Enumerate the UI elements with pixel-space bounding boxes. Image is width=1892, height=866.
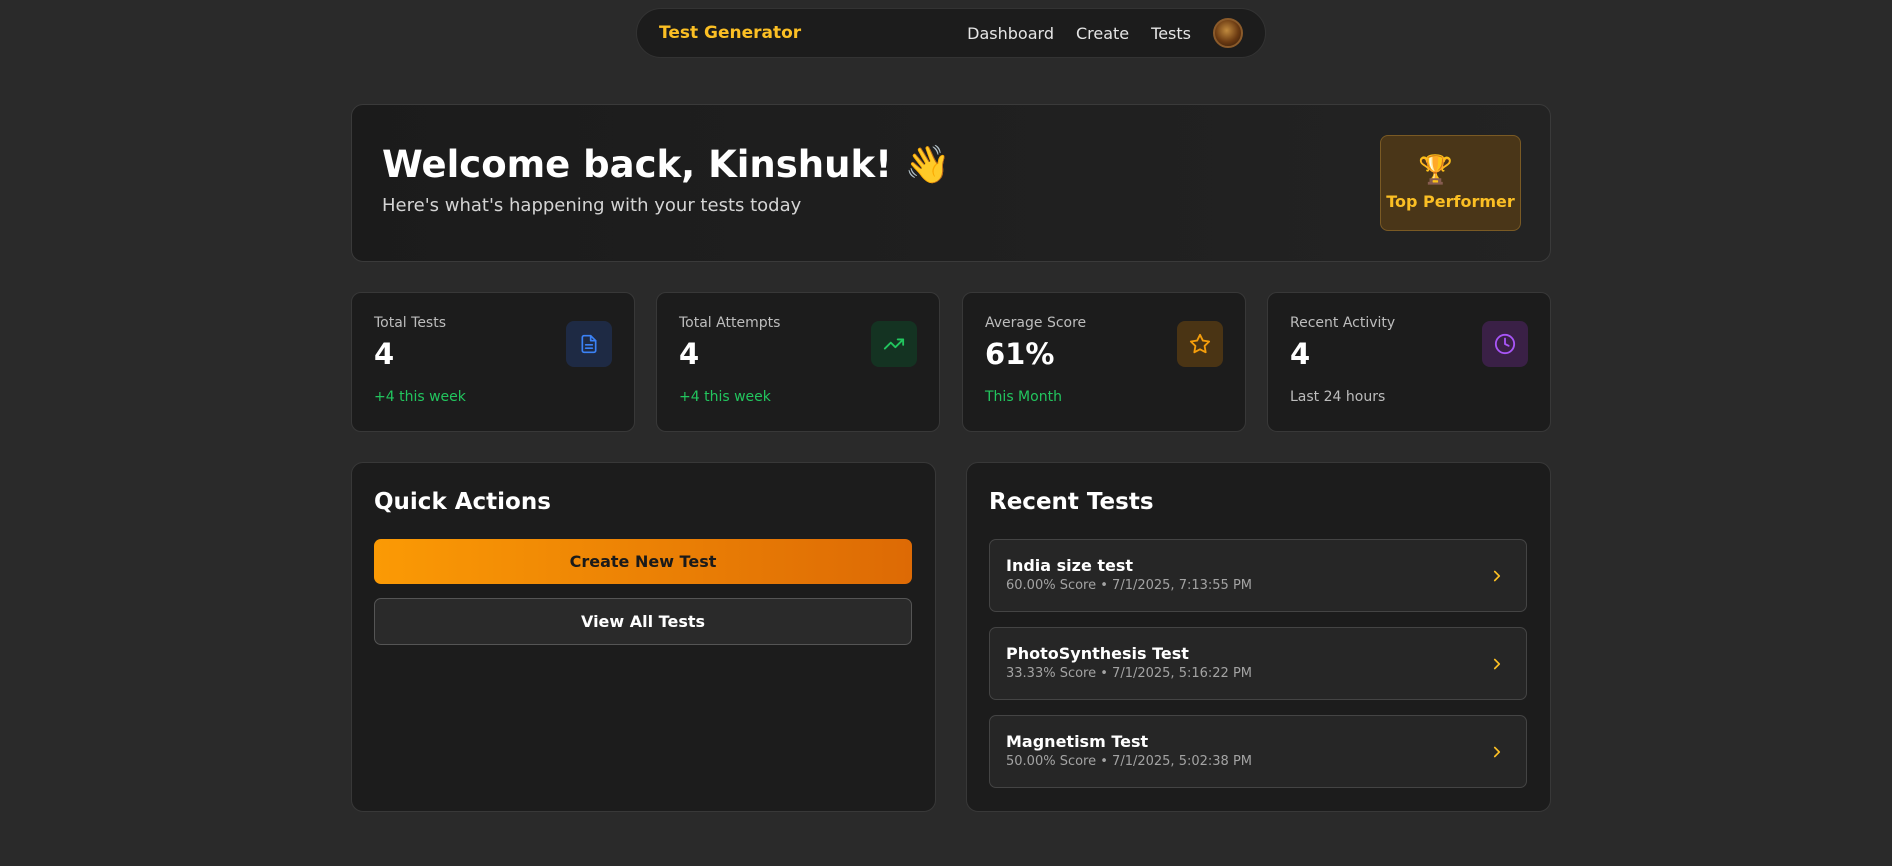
recent-test-item[interactable]: Magnetism Test 50.00% Score • 7/1/2025, … xyxy=(989,715,1527,788)
user-avatar[interactable] xyxy=(1213,18,1243,48)
stat-note: +4 this week xyxy=(374,389,466,405)
welcome-banner: Welcome back, Kinshuk! 👋 Here's what's h… xyxy=(351,104,1551,262)
brand-logo-text[interactable]: Test Generator xyxy=(659,23,967,43)
view-all-tests-button[interactable]: View All Tests xyxy=(374,598,912,645)
top-performer-badge: 🏆 Top Performer xyxy=(1380,135,1521,231)
quick-actions-title: Quick Actions xyxy=(374,489,551,515)
stat-note: +4 this week xyxy=(679,389,771,405)
star-icon xyxy=(1177,321,1223,367)
stat-note: Last 24 hours xyxy=(1290,389,1386,405)
create-new-test-button[interactable]: Create New Test xyxy=(374,539,912,584)
trophy-icon: 🏆 xyxy=(1418,152,1453,186)
stat-label: Recent Activity xyxy=(1290,315,1396,331)
test-meta: 50.00% Score • 7/1/2025, 5:02:38 PM xyxy=(1006,754,1252,769)
stat-note: This Month xyxy=(985,389,1062,405)
stat-label: Average Score xyxy=(985,315,1087,331)
stat-card-total-attempts: Total Attempts 4 +4 this week xyxy=(656,292,940,432)
stat-card-recent-activity: Recent Activity 4 Last 24 hours xyxy=(1267,292,1551,432)
test-name: Magnetism Test xyxy=(1006,732,1149,751)
test-meta: 33.33% Score • 7/1/2025, 5:16:22 PM xyxy=(1006,666,1252,681)
quick-actions-panel: Quick Actions Create New Test View All T… xyxy=(351,462,936,812)
welcome-title: Welcome back, Kinshuk! 👋 xyxy=(382,143,951,186)
recent-tests-title: Recent Tests xyxy=(989,489,1154,515)
stat-card-total-tests: Total Tests 4 +4 this week xyxy=(351,292,635,432)
stat-value: 61% xyxy=(985,337,1055,371)
document-icon xyxy=(566,321,612,367)
clock-icon xyxy=(1482,321,1528,367)
nav-link-create[interactable]: Create xyxy=(1076,24,1129,43)
stat-label: Total Attempts xyxy=(679,315,781,331)
recent-test-item[interactable]: India size test 60.00% Score • 7/1/2025,… xyxy=(989,539,1527,612)
chevron-right-icon xyxy=(1493,658,1501,670)
trending-up-icon xyxy=(871,321,917,367)
recent-tests-panel: Recent Tests India size test 60.00% Scor… xyxy=(966,462,1551,812)
test-meta: 60.00% Score • 7/1/2025, 7:13:55 PM xyxy=(1006,578,1252,593)
stat-value: 4 xyxy=(1290,337,1311,371)
nav-link-dashboard[interactable]: Dashboard xyxy=(967,24,1054,43)
top-navbar: Test Generator Dashboard Create Tests xyxy=(636,8,1266,58)
test-name: PhotoSynthesis Test xyxy=(1006,644,1189,663)
nav-links: Dashboard Create Tests xyxy=(967,18,1243,48)
test-name: India size test xyxy=(1006,556,1134,575)
stat-label: Total Tests xyxy=(374,315,447,331)
stat-value: 4 xyxy=(679,337,700,371)
chevron-right-icon xyxy=(1493,570,1501,582)
stat-card-average-score: Average Score 61% This Month xyxy=(962,292,1246,432)
recent-test-item[interactable]: PhotoSynthesis Test 33.33% Score • 7/1/2… xyxy=(989,627,1527,700)
nav-link-tests[interactable]: Tests xyxy=(1151,24,1191,43)
welcome-subtitle: Here's what's happening with your tests … xyxy=(382,195,802,216)
chevron-right-icon xyxy=(1493,746,1501,758)
badge-label: Top Performer xyxy=(1386,191,1515,211)
stat-value: 4 xyxy=(374,337,395,371)
